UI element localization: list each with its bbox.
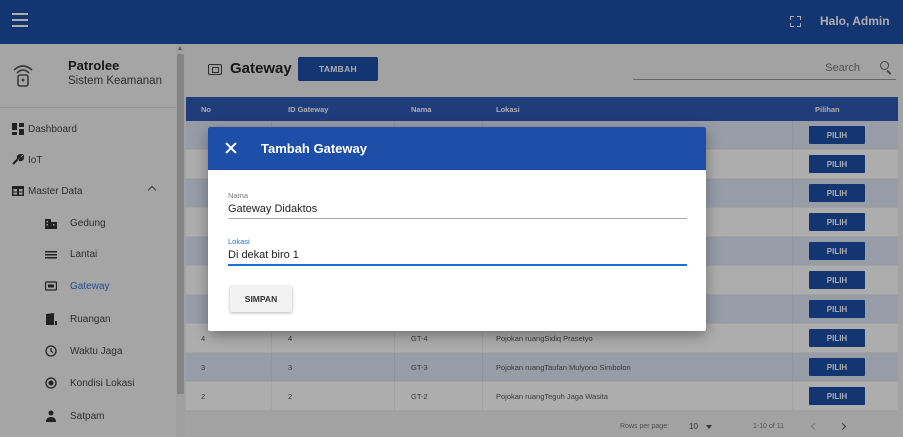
lokasi-field: Lokasi [228, 237, 687, 269]
dialog-header: Tambah Gateway [208, 127, 706, 170]
lokasi-input[interactable] [228, 246, 687, 264]
nama-input[interactable] [228, 200, 687, 218]
save-button[interactable]: SIMPAN [230, 286, 292, 312]
lokasi-label: Lokasi [228, 237, 250, 246]
close-icon[interactable] [224, 141, 238, 155]
nama-field: Nama [228, 191, 687, 223]
add-gateway-dialog: Tambah Gateway Nama Lokasi SIMPAN [208, 127, 706, 331]
nama-label: Nama [228, 191, 249, 200]
dialog-title: Tambah Gateway [261, 141, 367, 156]
lokasi-underline [228, 264, 687, 266]
nama-underline [228, 218, 687, 219]
